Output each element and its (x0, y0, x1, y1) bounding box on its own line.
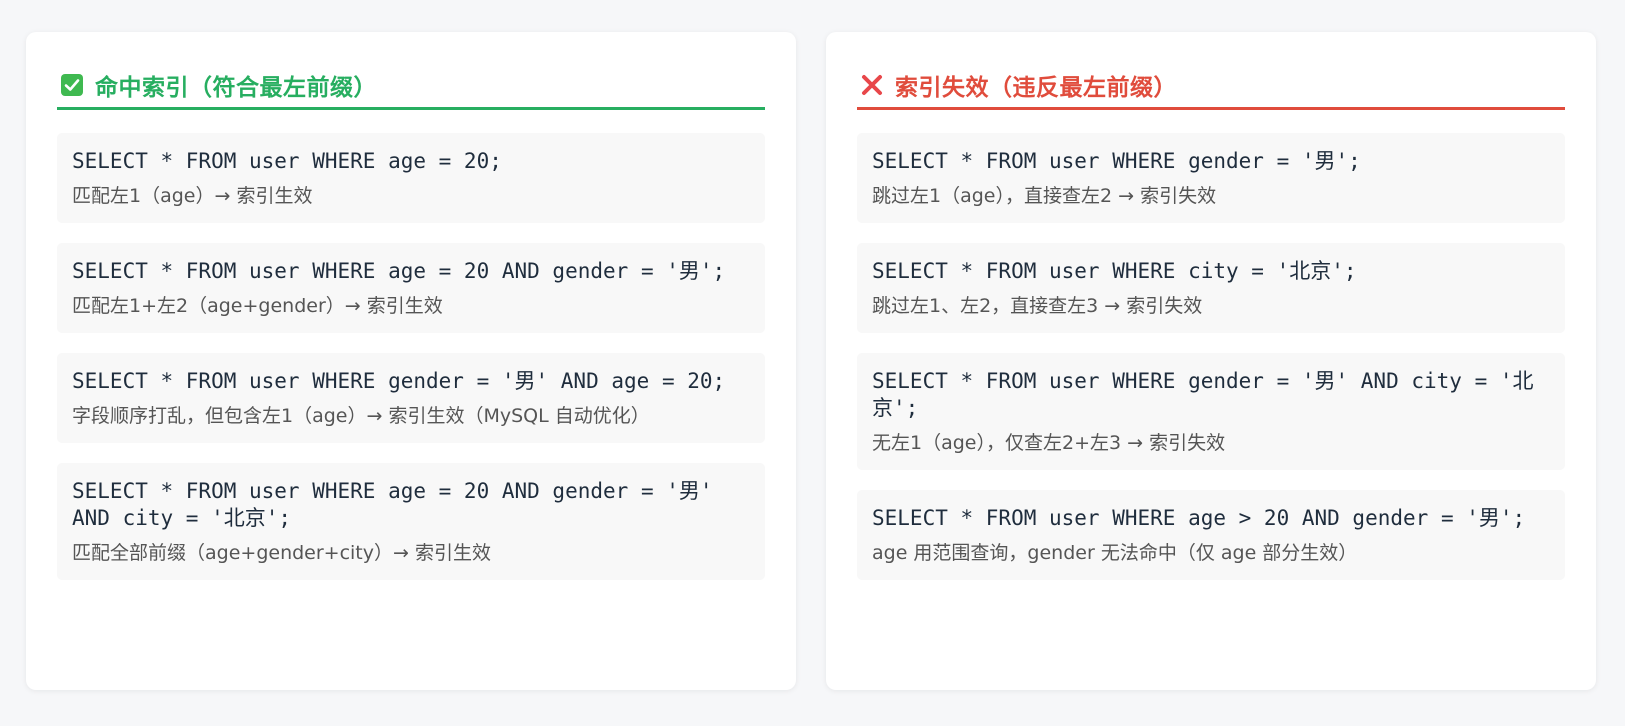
hit-example-1: SELECT * FROM user WHERE age = 20; 匹配左1（… (57, 133, 765, 223)
hit-index-card: 命中索引（符合最左前缀） SELECT * FROM user WHERE ag… (26, 32, 796, 690)
sql-code: SELECT * FROM user WHERE gender = '男' AN… (72, 369, 726, 393)
index-fail-card: 索引失效（违反最左前缀） SELECT * FROM user WHERE ge… (826, 32, 1596, 690)
page: 命中索引（符合最左前缀） SELECT * FROM user WHERE ag… (0, 0, 1625, 726)
fail-example-3: SELECT * FROM user WHERE gender = '男' AN… (857, 353, 1565, 470)
sql-description: 字段顺序打乱，但包含左1（age）→ 索引生效（MySQL 自动优化） (72, 405, 650, 427)
fail-example-2: SELECT * FROM user WHERE city = '北京'; 跳过… (857, 243, 1565, 333)
check-box-icon (61, 73, 83, 96)
hit-example-2: SELECT * FROM user WHERE age = 20 AND ge… (57, 243, 765, 333)
hit-index-header: 命中索引（符合最左前缀） (57, 62, 765, 110)
sql-description: age 用范围查询，gender 无法命中（仅 age 部分生效） (872, 542, 1358, 564)
hit-index-title: 命中索引（符合最左前缀） (95, 74, 377, 101)
hit-example-4: SELECT * FROM user WHERE age = 20 AND ge… (57, 463, 765, 580)
fail-example-1: SELECT * FROM user WHERE gender = '男'; 跳… (857, 133, 1565, 223)
sql-code: SELECT * FROM user WHERE gender = '男' AN… (872, 369, 1534, 420)
hit-example-3: SELECT * FROM user WHERE gender = '男' AN… (57, 353, 765, 443)
cross-mark-icon (861, 74, 883, 96)
sql-code: SELECT * FROM user WHERE age = 20 AND ge… (72, 259, 726, 283)
sql-description: 匹配左1（age）→ 索引生效 (72, 185, 313, 207)
fail-example-4: SELECT * FROM user WHERE age > 20 AND ge… (857, 490, 1565, 580)
sql-code: SELECT * FROM user WHERE age = 20 AND ge… (72, 479, 726, 530)
sql-code: SELECT * FROM user WHERE age > 20 AND ge… (872, 506, 1526, 530)
sql-description: 匹配左1+左2（age+gender）→ 索引生效 (72, 295, 443, 317)
sql-description: 跳过左1、左2，直接查左3 → 索引失效 (872, 295, 1203, 317)
sql-code: SELECT * FROM user WHERE age = 20; (72, 149, 502, 173)
sql-description: 无左1（age），仅查左2+左3 → 索引失效 (872, 432, 1226, 454)
sql-description: 跳过左1（age），直接查左2 → 索引失效 (872, 185, 1217, 207)
index-fail-header: 索引失效（违反最左前缀） (857, 62, 1565, 110)
sql-code: SELECT * FROM user WHERE city = '北京'; (872, 259, 1357, 283)
index-fail-title: 索引失效（违反最左前缀） (895, 74, 1177, 101)
sql-code: SELECT * FROM user WHERE gender = '男'; (872, 149, 1361, 173)
sql-description: 匹配全部前缀（age+gender+city）→ 索引生效 (72, 542, 491, 564)
